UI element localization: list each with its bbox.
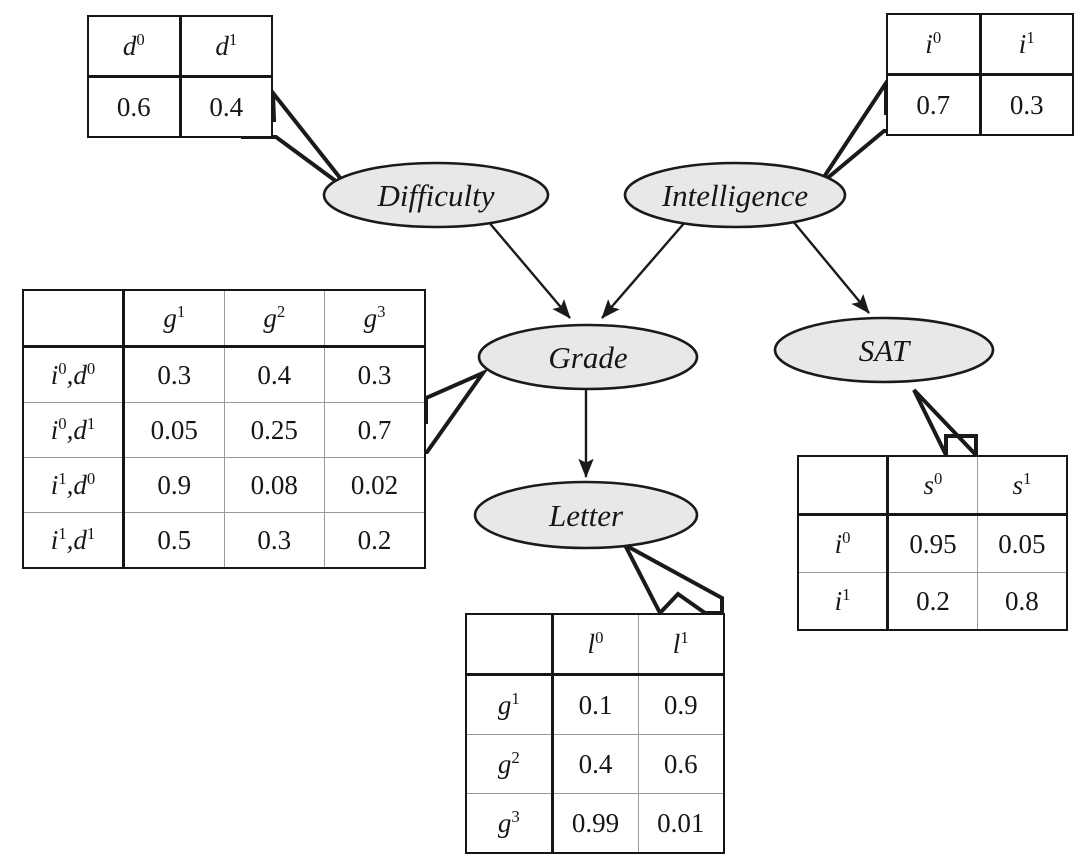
node-letter-label: Letter <box>548 498 624 533</box>
edge-intelligence-to-sat <box>791 219 870 314</box>
table-row: 0.6 0.4 <box>87 76 273 138</box>
table-row: i0 i1 <box>886 13 1074 76</box>
table-row: g2 0.4 0.6 <box>465 734 725 794</box>
cpt-grade-cell-0-0: 0.3 <box>123 346 225 403</box>
cpt-grade-cell-1-0: 0.05 <box>123 402 225 458</box>
table-row: i1,d1 0.5 0.3 0.2 <box>22 512 426 569</box>
node-letter[interactable]: Letter <box>473 480 699 550</box>
cpt-intelligence-col-header-1: i1 <box>978 13 1074 76</box>
cpt-table-difficulty: d0 d1 0.6 0.4 <box>87 15 273 138</box>
cpt-grade-col-header-1: g2 <box>223 289 325 348</box>
cpt-grade-col-header-2: g3 <box>324 289 426 348</box>
cpt-grade-row-header-3: i1,d1 <box>22 512 125 569</box>
cpt-sat-row-header-0: i0 <box>797 514 890 573</box>
cpt-sat-col-header-0: s0 <box>887 455 978 516</box>
cpt-difficulty-col-header-0: d0 <box>87 15 181 78</box>
node-grade[interactable]: Grade <box>477 323 699 391</box>
cpt-difficulty-col-header-1: d1 <box>178 15 273 78</box>
cpt-letter-row-header-0: g1 <box>465 674 554 735</box>
cpt-table-intelligence: i0 i1 0.7 0.3 <box>886 13 1074 136</box>
cpt-sat-cell-1-0: 0.2 <box>887 572 978 631</box>
table-row: g1 g2 g3 <box>22 289 426 348</box>
node-intelligence[interactable]: Intelligence <box>623 161 847 229</box>
cpt-intelligence-col-header-0: i0 <box>886 13 981 76</box>
cpt-sat-cell-0-0: 0.95 <box>887 514 978 573</box>
cpt-intelligence-value-1: 0.3 <box>978 74 1074 136</box>
cpt-sat-col-header-1: s1 <box>976 455 1068 516</box>
node-difficulty[interactable]: Difficulty <box>322 161 550 229</box>
bayesian-network-figure: Difficulty Intelligence Grade SAT Letter… <box>0 0 1088 860</box>
table-row: g3 0.99 0.01 <box>465 793 725 854</box>
edge-difficulty-to-grade <box>486 219 571 319</box>
cpt-difficulty-value-0: 0.6 <box>87 76 181 138</box>
cpt-letter-corner <box>465 613 554 676</box>
cpt-grade-cell-2-2: 0.02 <box>324 457 426 513</box>
node-sat-label: SAT <box>859 333 912 368</box>
cpt-grade-cell-2-1: 0.08 <box>223 457 325 513</box>
table-row: i1 0.2 0.8 <box>797 572 1068 631</box>
node-intelligence-label: Intelligence <box>661 178 809 213</box>
cpt-grade-cell-3-0: 0.5 <box>123 512 225 569</box>
cpt-grade-row-header-2: i1,d0 <box>22 457 125 513</box>
cpt-grade-cell-3-1: 0.3 <box>223 512 325 569</box>
cpt-letter-row-header-1: g2 <box>465 734 554 794</box>
cpt-grade-cell-1-2: 0.7 <box>324 402 426 458</box>
cpt-table-sat: s0 s1 i0 0.95 0.05 i1 0.2 0.8 <box>797 455 1068 631</box>
table-row: 0.7 0.3 <box>886 74 1074 136</box>
cpt-sat-cell-0-1: 0.05 <box>976 514 1068 573</box>
cpt-table-grade: g1 g2 g3 i0,d0 0.3 0.4 0.3 i0,d1 0.05 0.… <box>22 289 426 569</box>
cpt-intelligence-value-0: 0.7 <box>886 74 981 136</box>
node-sat[interactable]: SAT <box>773 316 995 384</box>
cpt-letter-cell-1-1: 0.6 <box>637 734 725 794</box>
cpt-sat-cell-1-1: 0.8 <box>976 572 1068 631</box>
cpt-grade-cell-3-2: 0.2 <box>324 512 426 569</box>
cpt-sat-corner <box>797 455 890 516</box>
node-grade-label: Grade <box>548 340 627 375</box>
cpt-grade-cell-0-2: 0.3 <box>324 346 426 403</box>
cpt-grade-row-header-0: i0,d0 <box>22 346 125 403</box>
cpt-letter-cell-0-1: 0.9 <box>637 674 725 735</box>
cpt-letter-cell-0-0: 0.1 <box>551 674 639 735</box>
cpt-letter-cell-1-0: 0.4 <box>551 734 639 794</box>
cpt-grade-cell-2-0: 0.9 <box>123 457 225 513</box>
cpt-letter-col-header-1: l1 <box>637 613 725 676</box>
table-row: i0,d1 0.05 0.25 0.7 <box>22 402 426 458</box>
cpt-sat-row-header-1: i1 <box>797 572 890 631</box>
callout-tail-sat <box>912 388 978 460</box>
table-row: i0,d0 0.3 0.4 0.3 <box>22 346 426 403</box>
cpt-grade-col-header-0: g1 <box>123 289 225 348</box>
cpt-letter-cell-2-0: 0.99 <box>551 793 639 854</box>
cpt-letter-row-header-2: g3 <box>465 793 554 854</box>
table-row: i0 0.95 0.05 <box>797 514 1068 573</box>
table-row: s0 s1 <box>797 455 1068 516</box>
table-row: d0 d1 <box>87 15 273 78</box>
cpt-grade-row-header-1: i0,d1 <box>22 402 125 458</box>
node-difficulty-label: Difficulty <box>376 178 494 213</box>
callout-tail-letter <box>620 540 724 617</box>
cpt-grade-cell-0-1: 0.4 <box>223 346 325 403</box>
table-row: g1 0.1 0.9 <box>465 674 725 735</box>
cpt-letter-col-header-0: l0 <box>551 613 639 676</box>
table-row: l0 l1 <box>465 613 725 676</box>
cpt-difficulty-value-1: 0.4 <box>178 76 273 138</box>
cpt-letter-cell-2-1: 0.01 <box>637 793 725 854</box>
cpt-grade-cell-1-1: 0.25 <box>223 402 325 458</box>
cpt-table-letter: l0 l1 g1 0.1 0.9 g2 0.4 0.6 g3 0.99 0.01 <box>465 613 725 854</box>
cpt-grade-corner <box>22 289 125 348</box>
table-row: i1,d0 0.9 0.08 0.02 <box>22 457 426 513</box>
edge-intelligence-to-grade <box>601 220 687 319</box>
